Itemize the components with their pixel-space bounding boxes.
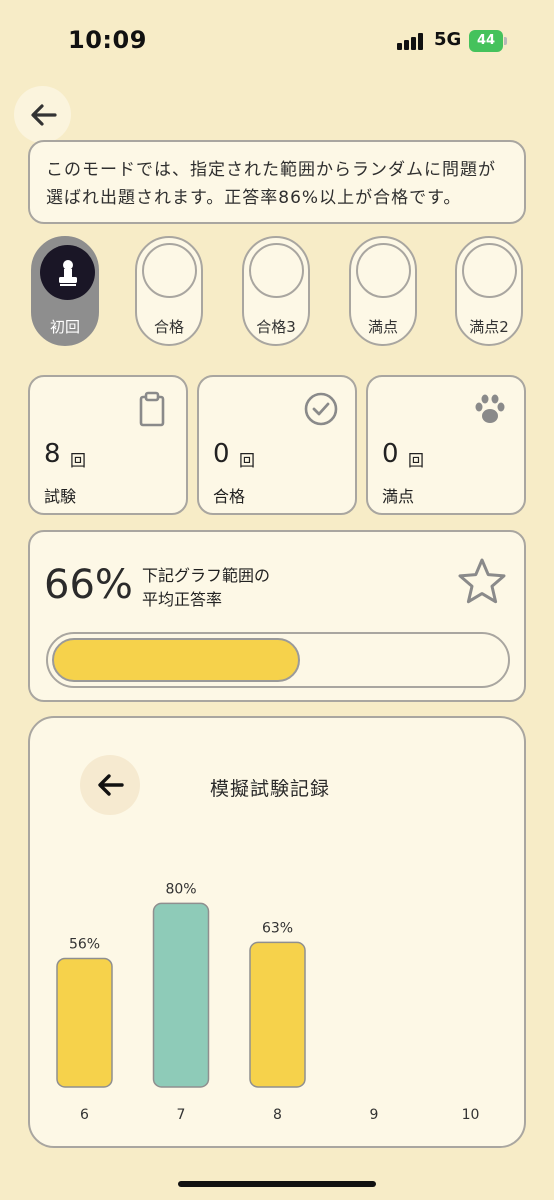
stat-unit: 回 bbox=[70, 451, 87, 470]
chart-bar-7[interactable] bbox=[152, 902, 210, 1088]
stat-unit: 回 bbox=[408, 451, 425, 470]
badge-perfect[interactable]: 満点 bbox=[349, 236, 417, 346]
badge-first[interactable]: 初回 bbox=[31, 236, 99, 346]
badge-disc bbox=[356, 243, 411, 298]
chart-tick-label: 6 bbox=[80, 1107, 89, 1123]
records-title: 模擬試験記録 bbox=[210, 778, 331, 800]
chart-data-label: 56% bbox=[69, 936, 100, 952]
home-indicator[interactable] bbox=[178, 1181, 376, 1187]
records-back-button[interactable] bbox=[80, 755, 140, 815]
status-time: 10:09 bbox=[68, 26, 147, 54]
badge-label: 初回 bbox=[49, 318, 80, 336]
arrow-left-icon bbox=[98, 774, 124, 796]
chart-data-label: 63% bbox=[262, 920, 293, 936]
badge-label: 満点 bbox=[367, 318, 398, 336]
average-label-line2: 平均正答率 bbox=[142, 590, 223, 609]
check-circle-icon bbox=[304, 392, 338, 426]
badge-label: 満点2 bbox=[469, 318, 509, 336]
stat-unit: 回 bbox=[239, 451, 256, 470]
average-progress-track bbox=[46, 632, 510, 688]
battery-icon: 44 bbox=[469, 30, 507, 52]
arrow-left-icon bbox=[30, 103, 57, 126]
stat-name: 試験 bbox=[44, 487, 77, 506]
average-label-line1: 下記グラフ範囲の bbox=[142, 566, 271, 585]
chart-tick-label: 8 bbox=[273, 1107, 282, 1123]
clipboard-icon bbox=[139, 391, 165, 427]
network-label: 5G bbox=[434, 29, 462, 50]
stat-value: 0 bbox=[213, 439, 230, 469]
badge-perfect-2[interactable]: 満点2 bbox=[455, 236, 523, 346]
chart-tick-label: 10 bbox=[462, 1107, 480, 1123]
battery-level: 44 bbox=[469, 30, 503, 52]
badge-disc bbox=[249, 243, 304, 298]
chart-data-label: 80% bbox=[165, 881, 196, 897]
average-progress-fill bbox=[52, 638, 300, 682]
badge-label: 合格 bbox=[153, 318, 184, 336]
stat-value: 8 bbox=[44, 439, 61, 469]
signal-icon bbox=[397, 32, 427, 50]
stat-name: 満点 bbox=[382, 487, 415, 506]
stamp-icon bbox=[58, 259, 77, 286]
badge-disc bbox=[142, 243, 197, 298]
badge-disc bbox=[462, 243, 517, 298]
badge-row: 初回 合格 合格3 満点 満点2 bbox=[0, 236, 554, 348]
chart-bar-8[interactable] bbox=[249, 941, 306, 1088]
paw-icon bbox=[475, 394, 505, 423]
stat-value: 0 bbox=[382, 439, 399, 469]
chart-bar-6[interactable] bbox=[56, 957, 113, 1088]
stat-card-passes: 0 回 合格 bbox=[197, 375, 357, 515]
badge-label: 合格3 bbox=[256, 318, 296, 336]
badge-pass-3[interactable]: 合格3 bbox=[242, 236, 310, 346]
average-description: 下記グラフ範囲の 平均正答率 bbox=[142, 564, 270, 612]
average-card: 66% 下記グラフ範囲の 平均正答率 bbox=[28, 530, 526, 702]
status-bar: 10:09 5G 44 bbox=[0, 0, 554, 80]
stat-card-exams: 8 回 試験 bbox=[28, 375, 188, 515]
chart-tick-label: 7 bbox=[177, 1107, 186, 1123]
records-card: 56% 6 80% 7 63% 8 9 10 模擬試験記録 bbox=[28, 716, 526, 1148]
chart-tick-label: 9 bbox=[370, 1107, 379, 1123]
average-percent: 66% bbox=[44, 562, 133, 608]
star-icon[interactable] bbox=[456, 556, 508, 608]
badge-disc bbox=[40, 245, 95, 300]
stat-card-perfect: 0 回 満点 bbox=[366, 375, 526, 515]
back-button[interactable] bbox=[14, 86, 71, 143]
stat-name: 合格 bbox=[213, 487, 246, 506]
mode-description: このモードでは、指定された範囲からランダムに問題が選ばれ出題されます。正答率86… bbox=[28, 140, 526, 224]
badge-pass[interactable]: 合格 bbox=[135, 236, 203, 346]
